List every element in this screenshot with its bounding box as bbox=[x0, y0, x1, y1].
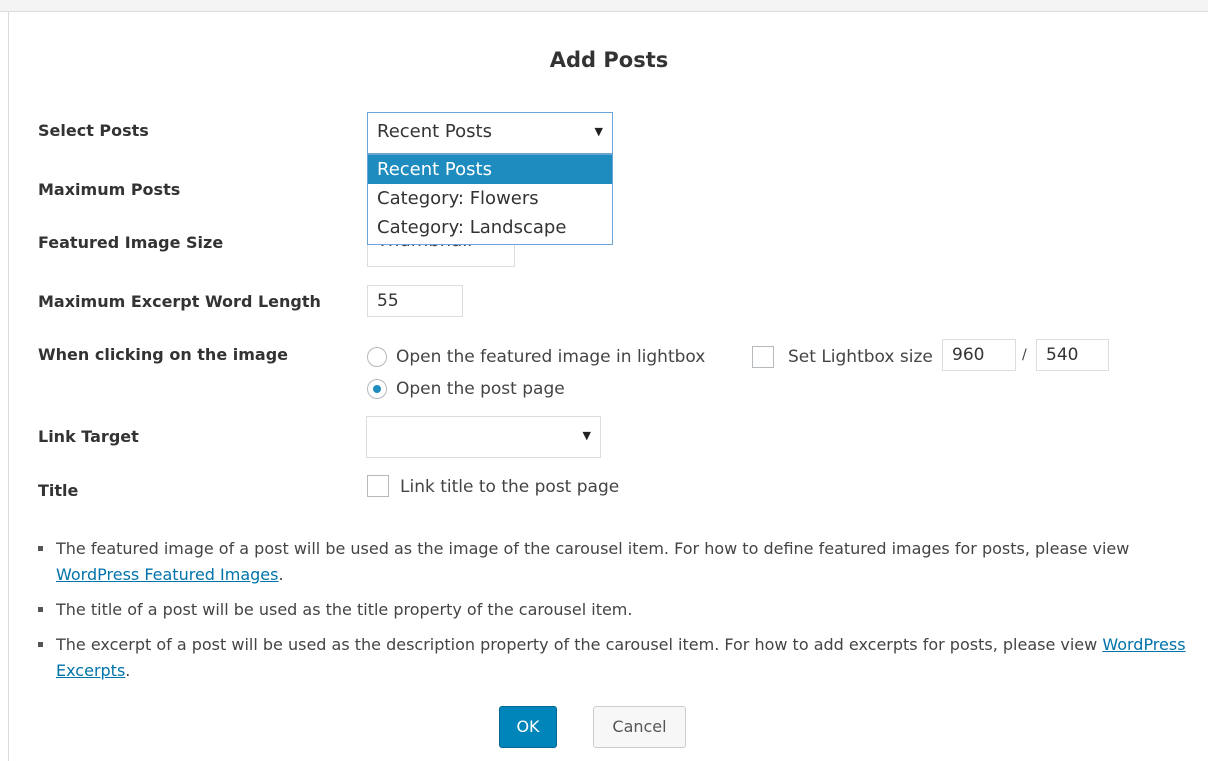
bullet-icon bbox=[38, 642, 43, 647]
notes-list: The featured image of a post will be use… bbox=[38, 536, 1198, 693]
list-item: The excerpt of a post will be used as th… bbox=[38, 632, 1198, 684]
chevron-down-icon: ▼ bbox=[582, 429, 591, 442]
lightbox-option-label: Open the featured image in lightbox bbox=[396, 347, 706, 367]
note-text-end: . bbox=[278, 565, 284, 584]
option-category-flowers[interactable]: Category: Flowers bbox=[368, 184, 612, 213]
select-posts-label: Select Posts bbox=[38, 121, 149, 140]
featured-image-size-label: Featured Image Size bbox=[38, 233, 224, 252]
option-recent-posts[interactable]: Recent Posts bbox=[368, 155, 612, 184]
max-excerpt-length-label: Maximum Excerpt Word Length bbox=[38, 292, 321, 311]
link-title-checkbox[interactable] bbox=[367, 475, 389, 497]
featured-images-link[interactable]: WordPress Featured Images bbox=[56, 565, 278, 584]
link-title-label: Link title to the post page bbox=[400, 477, 620, 497]
link-target-select[interactable]: ▼ bbox=[366, 416, 601, 458]
post-page-radio[interactable] bbox=[367, 379, 387, 399]
note-text: The featured image of a post will be use… bbox=[56, 539, 1130, 558]
lightbox-size-separator: / bbox=[1022, 347, 1027, 363]
add-posts-dialog: Add Posts Select Posts Recent Posts ▼ Re… bbox=[0, 0, 1208, 761]
note-text: The excerpt of a post will be used as th… bbox=[56, 635, 1103, 654]
ok-button[interactable]: OK bbox=[499, 706, 557, 748]
maximum-posts-label: Maximum Posts bbox=[38, 180, 181, 199]
select-posts-value: Recent Posts bbox=[377, 121, 492, 142]
list-item: The title of a post will be used as the … bbox=[38, 597, 1198, 623]
list-item: The featured image of a post will be use… bbox=[38, 536, 1198, 588]
link-target-label: Link Target bbox=[38, 427, 139, 446]
bullet-icon bbox=[38, 607, 43, 612]
lightbox-radio[interactable] bbox=[367, 347, 387, 367]
lightbox-size-checkbox[interactable] bbox=[752, 346, 774, 368]
title-label: Title bbox=[38, 481, 79, 500]
background-strip bbox=[0, 0, 1208, 12]
dialog-title: Add Posts bbox=[549, 48, 669, 72]
click-image-label: When clicking on the image bbox=[38, 345, 288, 364]
lightbox-width-input[interactable]: 960 bbox=[942, 339, 1016, 371]
post-page-option-label: Open the post page bbox=[396, 379, 565, 399]
dialog-left-border bbox=[8, 12, 9, 761]
select-posts-dropdown[interactable]: Recent Posts ▼ bbox=[367, 112, 613, 154]
max-excerpt-length-input[interactable]: 55 bbox=[367, 285, 463, 317]
option-category-landscape[interactable]: Category: Landscape bbox=[368, 213, 612, 242]
chevron-down-icon: ▼ bbox=[594, 125, 603, 138]
lightbox-height-input[interactable]: 540 bbox=[1036, 339, 1109, 371]
lightbox-size-label: Set Lightbox size bbox=[788, 347, 933, 367]
featured-image-size-select[interactable]: Thumbnail ▼ bbox=[367, 243, 515, 267]
note-text: The title of a post will be used as the … bbox=[56, 600, 633, 619]
select-posts-options: Recent Posts Category: Flowers Category:… bbox=[367, 154, 613, 245]
note-text-end: . bbox=[125, 661, 131, 680]
bullet-icon bbox=[38, 546, 43, 551]
cancel-button[interactable]: Cancel bbox=[593, 706, 686, 748]
